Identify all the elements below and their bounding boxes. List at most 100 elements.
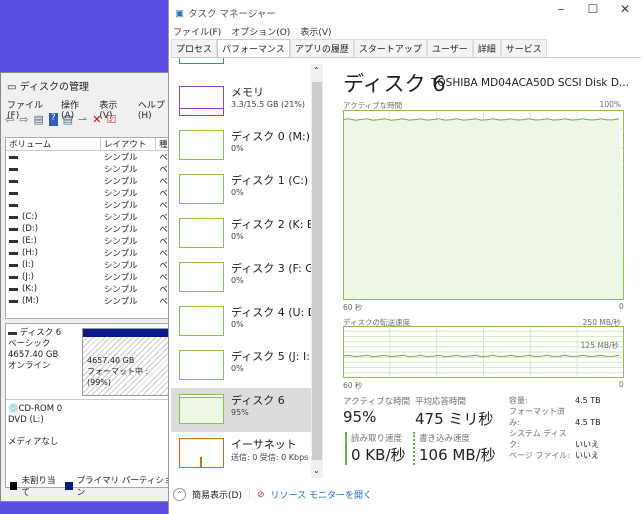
resource-item[interactable]: ディスク 5 (J: I:) 0% [171,344,311,388]
menu-file[interactable]: ファイル(F) [173,25,221,38]
tab-app-history[interactable]: アプリの履歴 [289,39,354,57]
legend: 未割り当て プライマリ パーティション [10,474,174,498]
table-row[interactable]: (I:) シンプルベ [6,259,174,271]
resource-thumbnail [179,262,224,292]
tab-services[interactable]: サービス [500,39,547,57]
layout: シンプル [103,285,138,295]
layout: シンプル [103,201,138,211]
layout: シンプル [103,177,138,187]
pane-icon[interactable]: ▤ [33,113,43,126]
table-row[interactable]: (J:) シンプルベ [6,271,174,283]
detail-pane: ディスク 6 TOSHIBA MD04ACA50D SCSI Disk D...… [343,60,641,490]
unallocated-swatch [10,482,18,490]
disk-model: TOSHIBA MD04ACA50D SCSI Disk D... [431,77,629,89]
disk6-partition[interactable]: 4657.40 GB フォーマット中 : (99%) [82,328,176,396]
tab-users[interactable]: ユーザー [426,39,473,57]
disk-management-window: ▭ ディスクの管理 ファイル(F) 操作(A) 表示(V) ヘルプ(H) ⇦ ⇨… [0,72,176,502]
chart2-xleft: 60 秒 [343,381,363,390]
delete-icon[interactable]: ✕ [92,113,101,126]
layout: シンプル [103,261,138,271]
volume-icon [9,251,18,255]
maximize-button[interactable]: ☐ [583,2,603,16]
table-row[interactable]: シンプルベ [6,187,174,199]
active-time-chart [343,110,624,300]
cdrom-info[interactable]: 💿CD-ROM 0 DVD (L:) メディアなし [8,404,80,448]
volume-icon [9,191,18,195]
active-time-label: アクティブな時間 [343,397,411,407]
chart2-mid: 125 MB/秒 [580,341,619,350]
resource-item[interactable]: ディスク 0 (M:) 0% [171,124,311,168]
resource-item[interactable]: メモリ 3.3/15.5 GB (21%) [171,80,311,124]
resource-thumbnail [179,218,224,248]
forward-icon[interactable]: ⇨ [19,113,28,126]
layout: シンプル [103,273,138,283]
resource-thumbnail [179,130,224,160]
resource-item[interactable]: イーサネット 送信: 0 受信: 0 Kbps [171,432,311,476]
table-row[interactable]: (H:) シンプルベ [6,247,174,259]
table-row[interactable]: (M:) シンプルベ [6,295,174,307]
table-row[interactable]: シンプルベ [6,175,174,187]
table-row[interactable]: (D:) シンプルベ [6,223,174,235]
volume-icon [9,215,18,219]
check-icon[interactable]: ☑ [106,113,116,126]
resource-monitor-link[interactable]: リソース モニターを開く [271,488,372,501]
scrollbar[interactable]: ⌃ ⌄ [311,64,323,478]
volume-name: (C:) [22,212,38,222]
volume-icon [9,263,18,267]
table-row[interactable]: シンプルベ [6,163,174,175]
layout: シンプル [103,213,138,223]
scroll-up-icon[interactable]: ⌃ [313,66,320,75]
simple-view-link[interactable]: 簡易表示(D) [192,488,242,501]
primary-swatch [65,482,73,490]
scroll-thumb[interactable] [312,82,322,460]
resource-list: メモリ 3.3/15.5 GB (21%) ディスク 0 (M:) 0% ディスク 1 … [171,58,311,478]
col-volume[interactable]: ボリューム [6,138,101,150]
layout: シンプル [103,189,138,199]
volume-list: ボリューム レイアウト 種 シンプルベシンプルベシンプルベシンプルベシンプルベ(… [5,137,175,319]
resource-item-cpu[interactable] [171,58,311,72]
tab-details[interactable]: 詳細 [472,39,501,57]
table-row[interactable]: シンプルベ [6,151,174,163]
menu-options[interactable]: オプション(O) [231,25,290,38]
volume-icon [9,155,18,159]
resource-thumbnail [179,306,224,336]
table-row[interactable]: (C:) シンプルベ [6,211,174,223]
disk-icon [8,332,17,335]
volume-name: (K:) [22,284,38,294]
resource-item[interactable]: ディスク 6 95% [171,388,311,432]
connect-icon[interactable]: ⇀ [78,113,87,126]
resource-item[interactable]: ディスク 2 (K: E:)0% [171,212,311,256]
pane2-icon[interactable]: ▤ [63,113,73,126]
resource-item[interactable]: ディスク 3 (F: G: H0% [171,256,311,300]
volume-icon [9,299,18,303]
volume-name: (E:) [22,236,37,246]
menu-view[interactable]: 表示(V) [300,25,331,38]
minimize-button[interactable]: – [551,2,571,16]
tab-startup[interactable]: スタートアップ [353,39,427,57]
scroll-down-icon[interactable]: ⌄ [313,466,320,475]
table-row[interactable]: (K:) シンプルベ [6,283,174,295]
property-row: フォーマット済み: 4.5 TB [509,407,601,427]
col-layout[interactable]: レイアウト [101,138,157,150]
toolbar: ⇦ ⇨ ▤ ? ▤ ⇀ ✕ ☑ [5,113,116,126]
help-icon[interactable]: ? [48,113,58,126]
menu-bar: ファイル(F) オプション(O) 表示(V) [173,25,332,38]
resource-thumbnail [179,438,224,468]
response-time-label: 平均応答時間 [415,397,467,407]
layout: シンプル [103,153,138,163]
disk6-info[interactable]: ディスク 6 ベーシック 4657.40 GB オンライン [8,328,80,372]
tab-processes[interactable]: プロセス [171,39,218,57]
resource-item[interactable]: ディスク 4 (U: D:)0% [171,300,311,344]
close-button[interactable]: ✕ [615,2,635,16]
footer: ⌃ 簡易表示(D) | ⊘ リソース モニターを開く [173,488,372,501]
back-icon[interactable]: ⇦ [5,113,14,126]
volume-icon [9,203,18,207]
table-row[interactable]: (E:) シンプルベ [6,235,174,247]
collapse-icon[interactable]: ⌃ [173,488,186,501]
resource-item[interactable]: ディスク 1 (C:) 0% [171,168,311,212]
layout: シンプル [103,297,138,307]
tab-performance[interactable]: パフォーマンス [217,39,290,57]
chart1-xright: 0 [619,302,624,311]
window-title: ▭ ディスクの管理 [7,82,89,93]
table-row[interactable]: シンプルベ [6,199,174,211]
